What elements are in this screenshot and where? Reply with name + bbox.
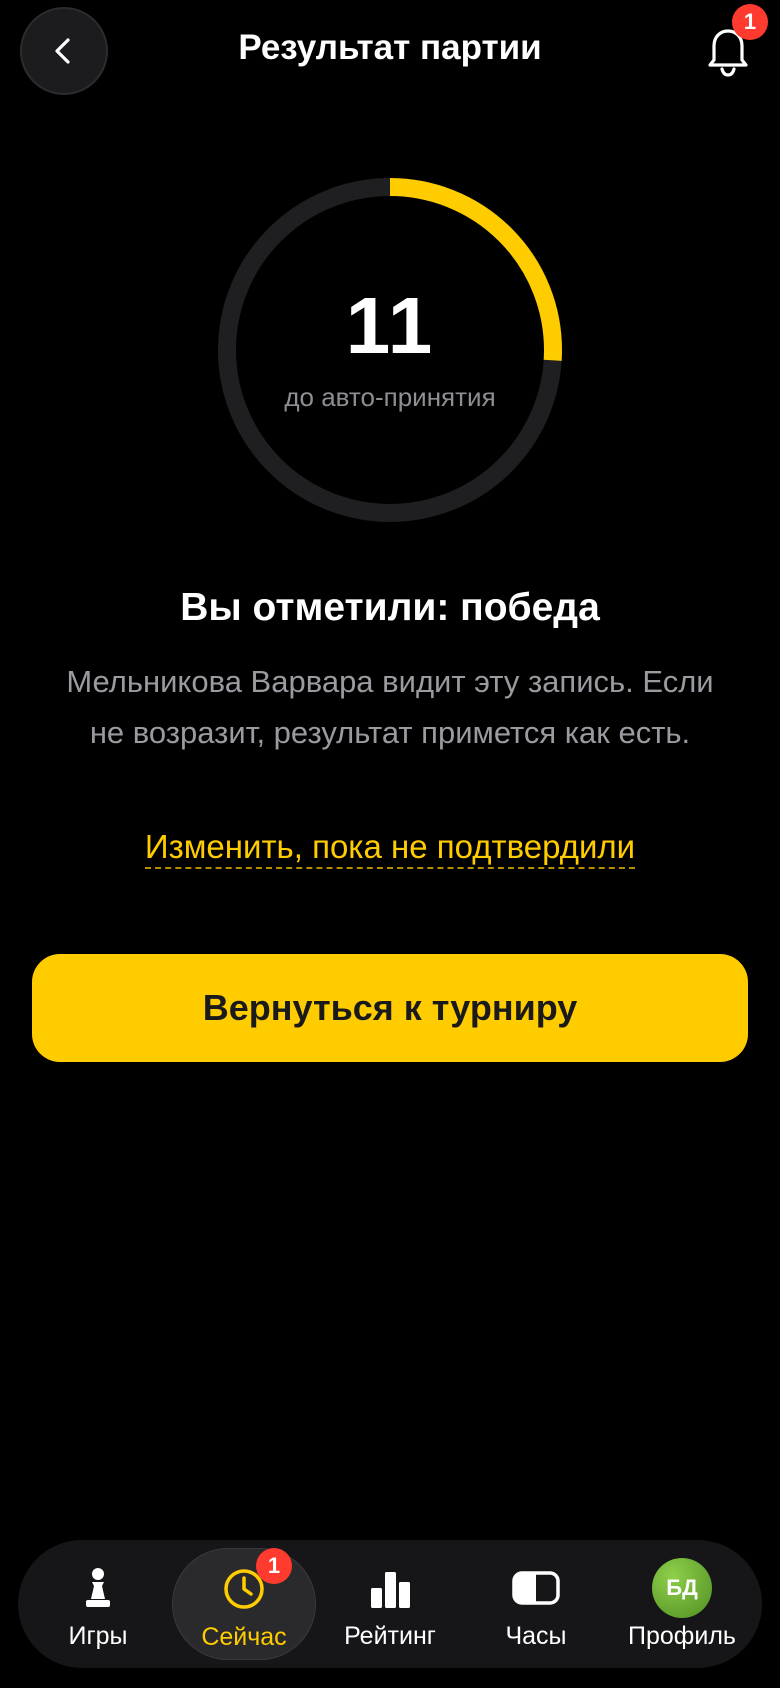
page-title: Результат партии bbox=[238, 28, 542, 67]
tab-games-label: Игры bbox=[68, 1622, 128, 1650]
avatar: БД bbox=[652, 1558, 712, 1618]
profile-avatar: БД bbox=[652, 1558, 712, 1618]
countdown-caption: до авто-принятия bbox=[284, 382, 496, 412]
change-result-link-label: Изменить, пока не подтвердили bbox=[144, 828, 636, 869]
return-to-tournament-button[interactable]: Вернуться к турниру bbox=[32, 954, 748, 1062]
tab-profile-label: Профиль bbox=[628, 1622, 736, 1650]
chess-clock-icon bbox=[512, 1564, 560, 1612]
bar-chart-icon bbox=[366, 1564, 414, 1612]
tab-rating-label: Рейтинг bbox=[344, 1622, 436, 1650]
tab-now-label: Сейчас bbox=[201, 1623, 287, 1651]
tab-bar: Игры Сейчас Рейтинг Часы БД Профиль bbox=[18, 1540, 762, 1668]
tab-profile[interactable]: БД Профиль bbox=[610, 1548, 754, 1660]
tab-clock[interactable]: Часы bbox=[464, 1548, 608, 1660]
tab-now[interactable]: Сейчас bbox=[172, 1548, 316, 1660]
countdown-timer: 11 до авто-принятия bbox=[218, 178, 562, 522]
tab-now-badge: 1 bbox=[256, 1548, 292, 1584]
tab-clock-label: Часы bbox=[505, 1622, 567, 1650]
result-description: Мельникова Варвара видит эту запись. Есл… bbox=[66, 664, 714, 750]
header: Результат партии bbox=[0, 0, 780, 100]
countdown-seconds: 11 bbox=[345, 281, 435, 370]
tab-games[interactable]: Игры bbox=[26, 1548, 170, 1660]
change-result-link[interactable]: Изменить, пока не подтвердили bbox=[0, 828, 780, 869]
pawn-icon bbox=[74, 1564, 122, 1612]
tab-rating[interactable]: Рейтинг bbox=[318, 1548, 462, 1660]
result-title: Вы отметили: победа bbox=[180, 586, 600, 629]
notification-badge: 1 bbox=[732, 4, 768, 40]
